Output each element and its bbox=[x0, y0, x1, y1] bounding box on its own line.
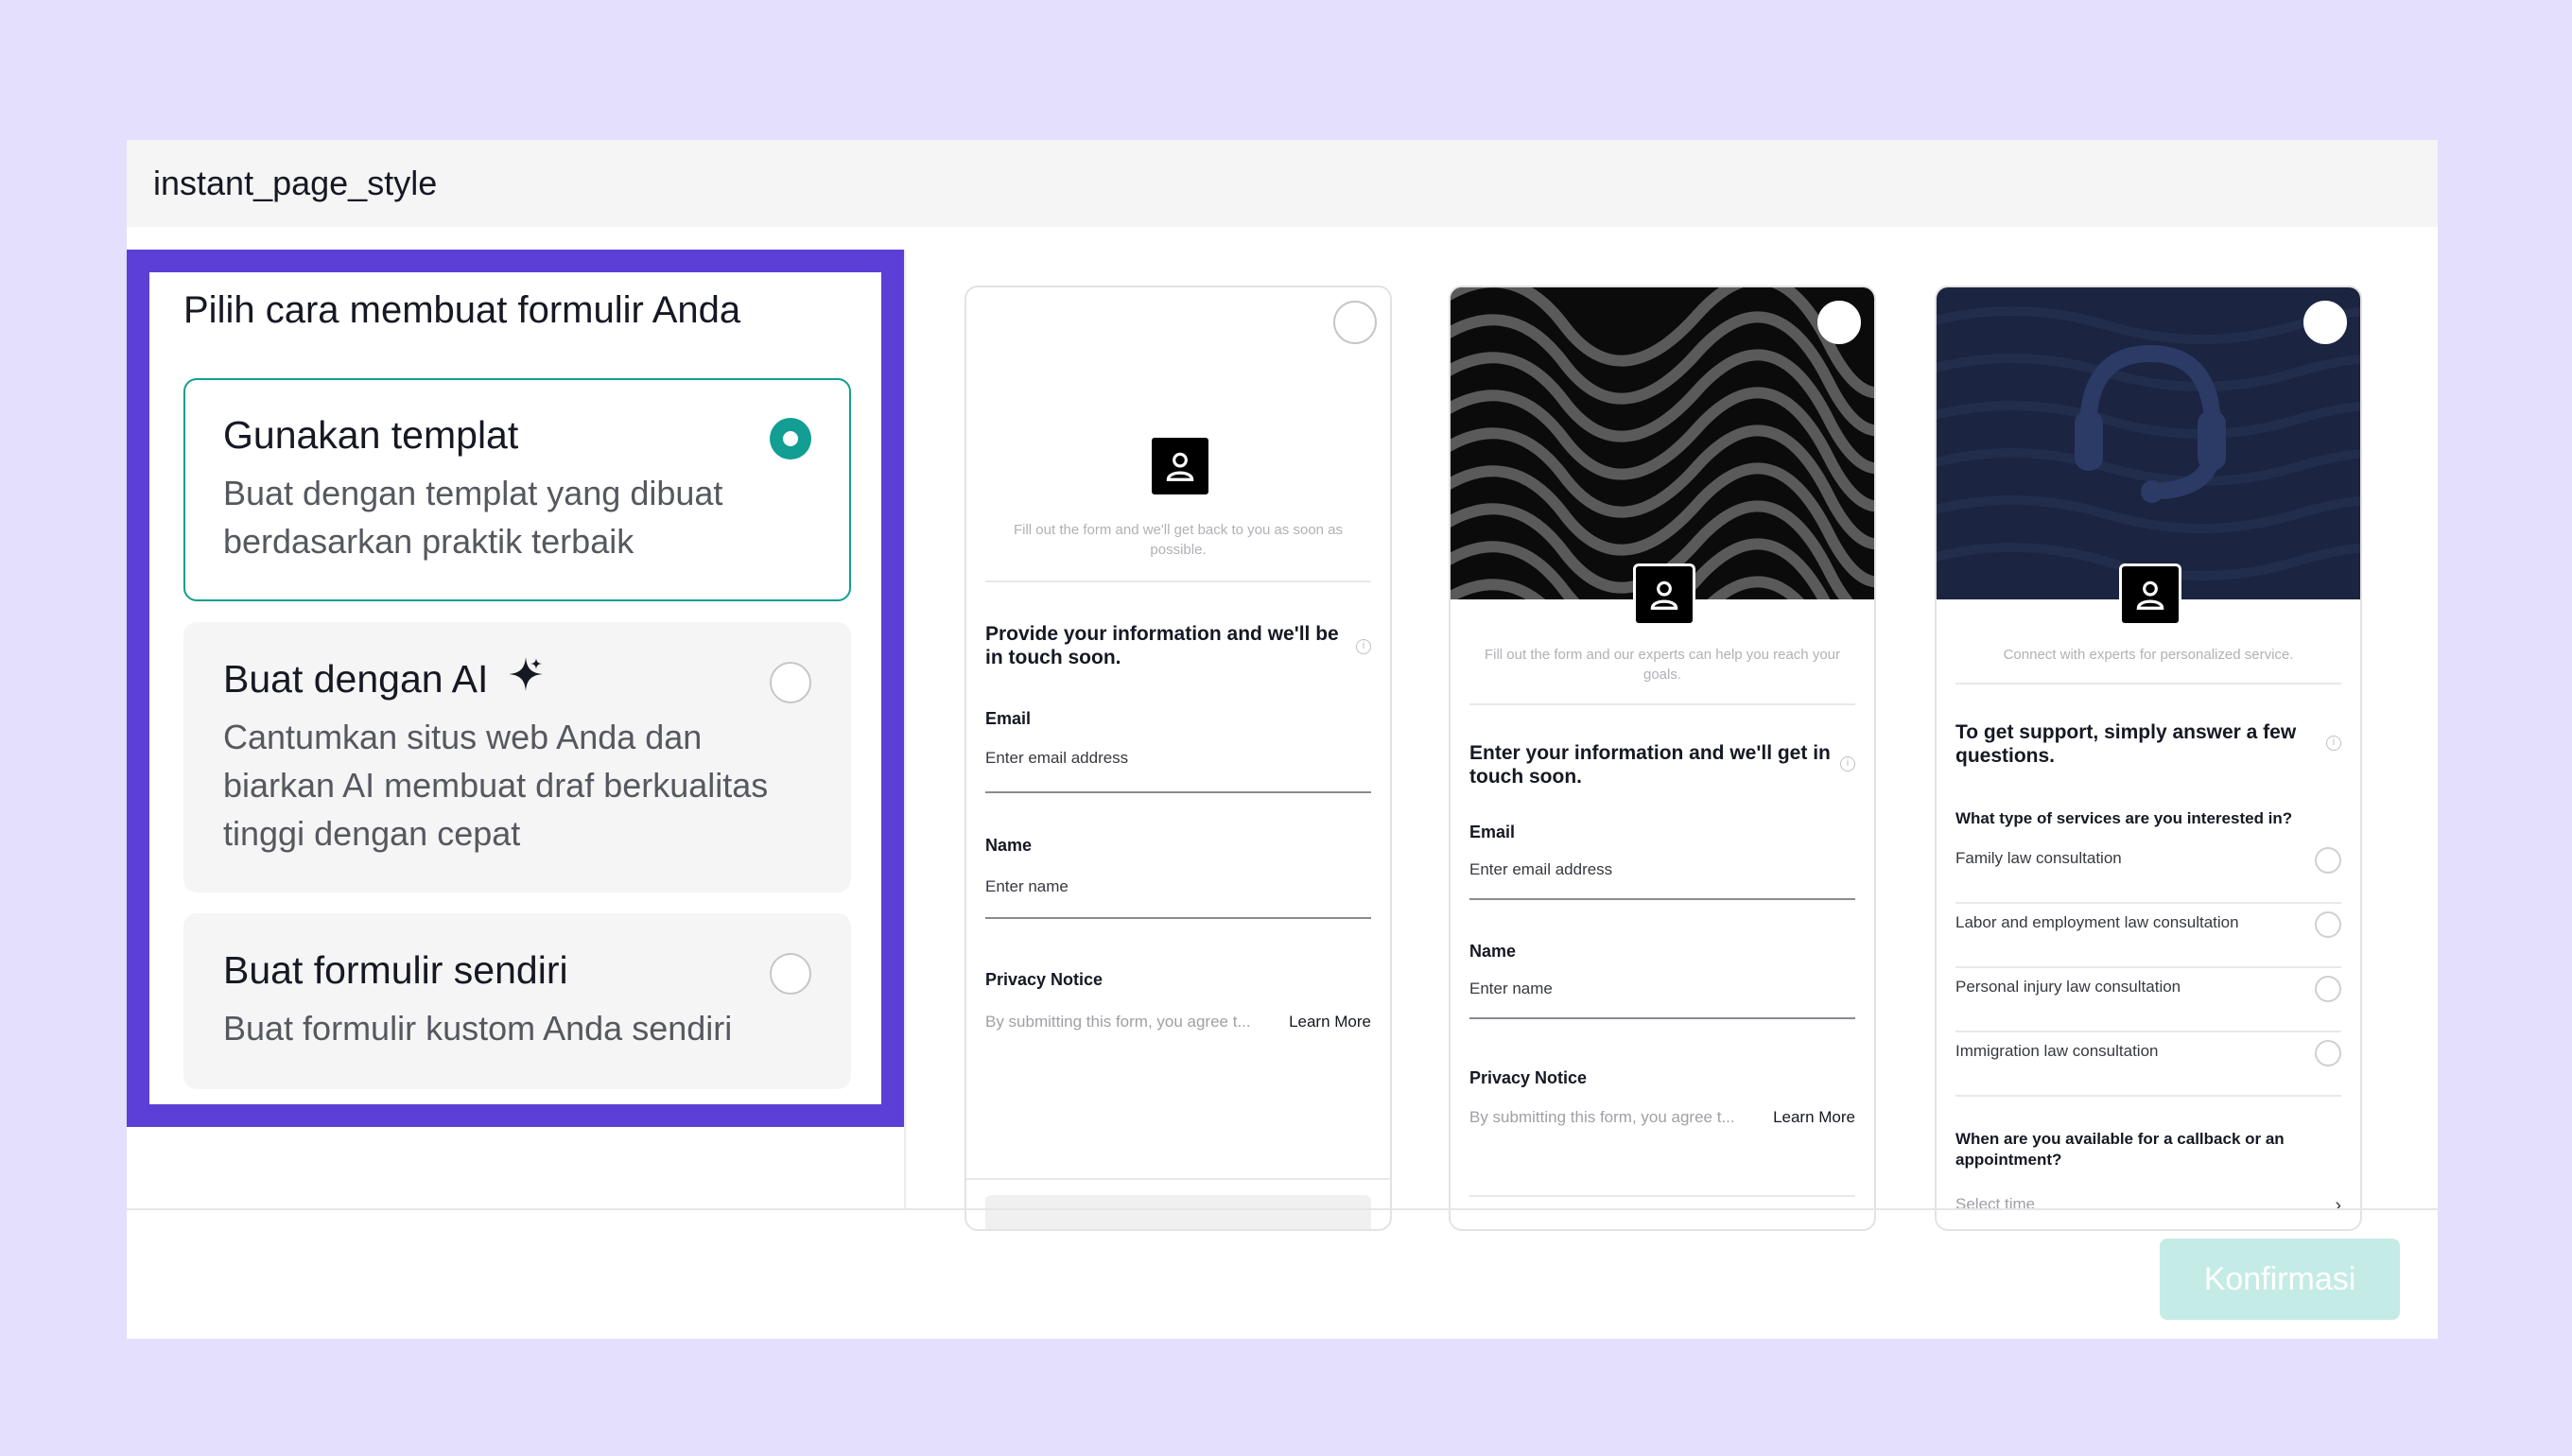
choice-item[interactable]: Labor and employment law consultation bbox=[1955, 904, 2341, 968]
choice-radio[interactable] bbox=[2315, 1040, 2341, 1066]
select-placeholder: Select time bbox=[1955, 1195, 2036, 1213]
panel-heading: Pilih cara membuat formulir Anda bbox=[183, 289, 741, 331]
template-card-2[interactable]: Fill out the form and our experts can he… bbox=[1449, 286, 1876, 1231]
divider bbox=[1469, 703, 1855, 705]
info-icon: i bbox=[1356, 639, 1371, 654]
option-title: Gunakan templat bbox=[223, 412, 519, 457]
divider bbox=[966, 1178, 1390, 1180]
form-subtitle: Fill out the form and our experts can he… bbox=[1484, 647, 1841, 683]
avatar-icon bbox=[1149, 435, 1211, 497]
window-title: instant_page_style bbox=[127, 140, 2438, 227]
sparkle-icon bbox=[507, 655, 545, 702]
template-select-radio[interactable] bbox=[1333, 301, 1377, 344]
privacy-label: Privacy Notice bbox=[985, 970, 1104, 989]
question-label: When are you available for a callback or… bbox=[1955, 1130, 2285, 1169]
option-title: Buat formulir sendiri bbox=[223, 947, 568, 992]
hero-pattern-image bbox=[1451, 287, 1874, 599]
option-description: Buat dengan templat yang dibuat berdasar… bbox=[223, 474, 723, 561]
confirm-button[interactable]: Konfirmasi bbox=[2160, 1239, 2400, 1320]
divider bbox=[1955, 683, 2341, 685]
choice-radio[interactable] bbox=[2315, 911, 2341, 938]
template-card-3[interactable]: Connect with experts for personalized se… bbox=[1935, 286, 2362, 1231]
email-underline bbox=[1469, 898, 1855, 900]
name-label: Name bbox=[1469, 942, 1517, 961]
left-pane: Pilih cara membuat formulir Anda Gunakan… bbox=[172, 284, 881, 1089]
option-build-own-form[interactable]: Buat formulir sendiri Buat formulir kust… bbox=[183, 913, 851, 1089]
form-heading: Provide your information and we'll be in… bbox=[985, 623, 1339, 668]
radio-unselected[interactable] bbox=[770, 662, 811, 703]
info-icon: i bbox=[1840, 756, 1855, 771]
form-heading: Enter your information and we'll get in … bbox=[1469, 742, 1831, 788]
dialog-window: instant_page_style Pilih cara membuat fo… bbox=[127, 140, 2438, 1339]
privacy-text: By submitting this form, you agree t... bbox=[985, 1013, 1251, 1031]
chevron-right-icon: › bbox=[2335, 1195, 2341, 1216]
form-subtitle: Fill out the form and we'll get back to … bbox=[1013, 522, 1344, 558]
option-use-template[interactable]: Gunakan templat Buat dengan templat yang… bbox=[183, 378, 851, 601]
divider bbox=[985, 581, 1371, 582]
vertical-divider bbox=[904, 250, 906, 1208]
name-underline bbox=[985, 917, 1371, 919]
choice-item[interactable]: Personal injury law consultation bbox=[1955, 968, 2341, 1032]
privacy-label: Privacy Notice bbox=[1469, 1068, 1588, 1087]
name-underline bbox=[1469, 1017, 1855, 1019]
choice-radio[interactable] bbox=[2315, 976, 2341, 1002]
option-title: Buat dengan AI bbox=[223, 656, 489, 701]
template-card-1[interactable]: Fill out the form and we'll get back to … bbox=[964, 286, 1392, 1231]
name-placeholder: Enter name bbox=[985, 877, 1069, 895]
footer-divider bbox=[127, 1208, 2438, 1210]
email-underline bbox=[985, 791, 1371, 793]
template-select-radio[interactable] bbox=[2303, 301, 2347, 344]
submit-bar bbox=[985, 1195, 1371, 1229]
divider bbox=[1469, 1195, 1855, 1197]
hero-headset-image bbox=[1937, 287, 2360, 599]
email-placeholder: Enter email address bbox=[985, 749, 1129, 767]
radio-unselected[interactable] bbox=[770, 953, 811, 995]
form-subtitle: Connect with experts for personalized se… bbox=[2003, 647, 2294, 663]
choice-radio[interactable] bbox=[2315, 847, 2341, 874]
info-icon: i bbox=[2326, 736, 2341, 751]
choice-item[interactable]: Family law consultation bbox=[1955, 840, 2341, 904]
option-description: Buat formulir kustom Anda sendiri bbox=[223, 1009, 733, 1048]
learn-more-link: Learn More bbox=[1773, 1108, 1855, 1126]
privacy-text: By submitting this form, you agree t... bbox=[1469, 1108, 1735, 1126]
avatar-icon bbox=[1633, 563, 1695, 626]
option-build-with-ai[interactable]: Buat dengan AI Cantumkan situs web Anda … bbox=[183, 622, 851, 893]
choice-label: Family law consultation bbox=[1955, 849, 2122, 867]
radio-selected[interactable] bbox=[770, 418, 811, 459]
name-placeholder: Enter name bbox=[1469, 979, 1553, 997]
choice-label: Labor and employment law consultation bbox=[1955, 913, 2239, 931]
creation-method-panel: Pilih cara membuat formulir Anda Gunakan… bbox=[127, 250, 904, 1127]
email-label: Email bbox=[1469, 823, 1516, 841]
option-description: Cantumkan situs web Anda dan biarkan AI … bbox=[223, 718, 769, 853]
template-select-radio[interactable] bbox=[1817, 301, 1861, 344]
option-title-row: Buat dengan AI bbox=[223, 654, 811, 703]
choice-label: Immigration law consultation bbox=[1955, 1042, 2159, 1060]
avatar-icon bbox=[2119, 563, 2181, 626]
form-heading: To get support, simply answer a few ques… bbox=[1955, 721, 2297, 767]
name-label: Name bbox=[985, 836, 1033, 855]
email-placeholder: Enter email address bbox=[1469, 860, 1613, 878]
choice-item[interactable]: Immigration law consultation bbox=[1955, 1032, 2341, 1097]
learn-more-link: Learn More bbox=[1289, 1013, 1371, 1031]
email-label: Email bbox=[985, 709, 1032, 728]
choice-label: Personal injury law consultation bbox=[1955, 978, 2181, 996]
question-label: What type of services are you interested… bbox=[1955, 809, 2293, 827]
